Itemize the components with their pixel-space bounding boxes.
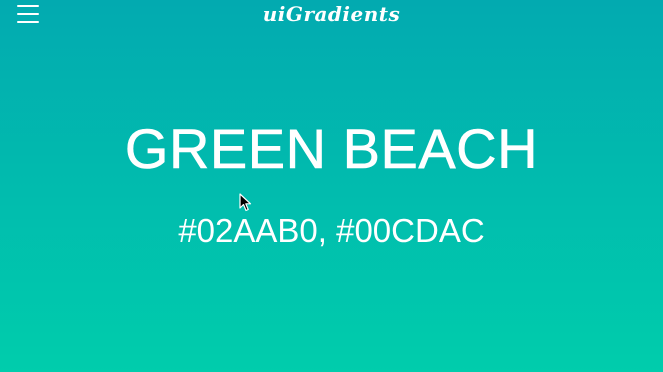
gradient-color-codes[interactable]: #02AAB0, #00CDAC (0, 210, 663, 252)
gradient-name: GREEN BEACH (124, 117, 539, 181)
gradient-preview: uiGradients GREEN BEACH #02AAB0, #00CDAC (0, 0, 663, 372)
top-bar: uiGradients (0, 0, 663, 30)
mouse-pointer-icon (239, 193, 252, 212)
site-logo[interactable]: uiGradients (0, 1, 663, 27)
